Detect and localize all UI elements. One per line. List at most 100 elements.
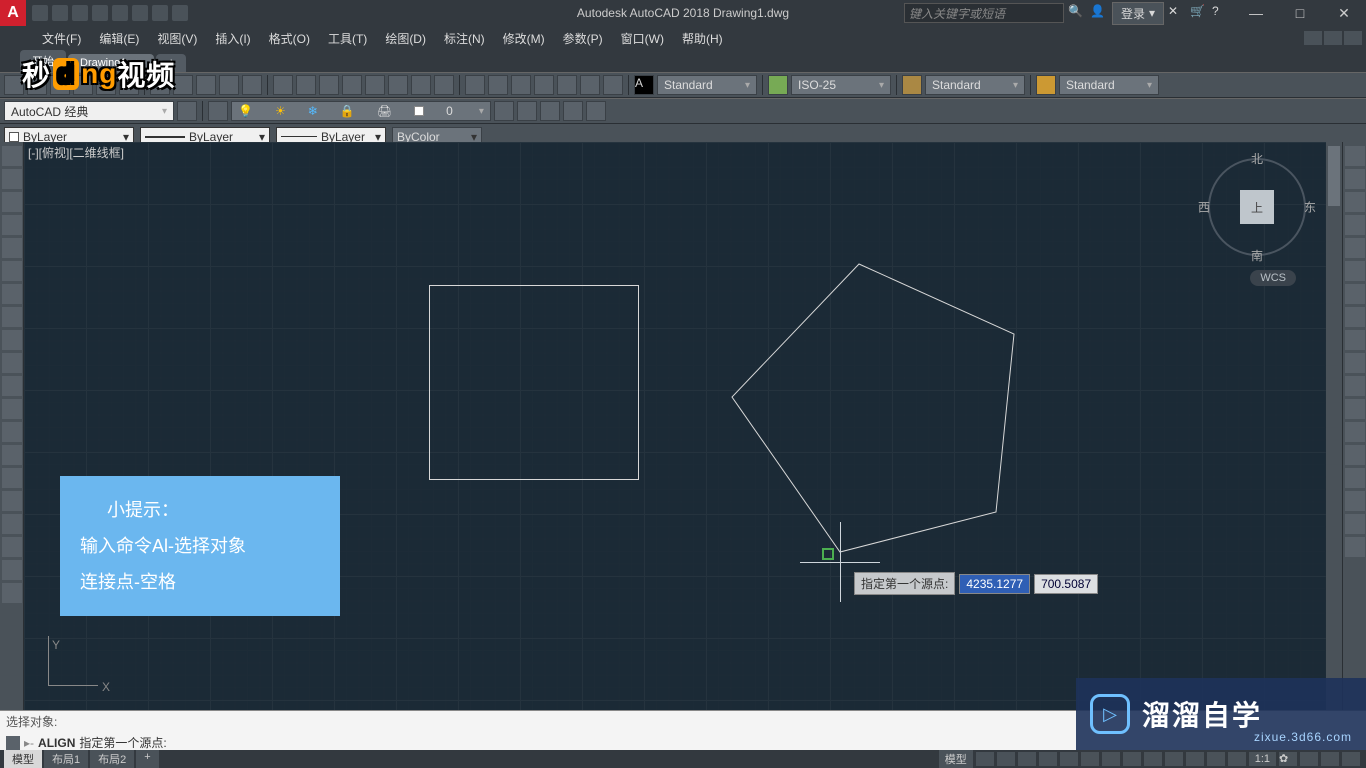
dyn-x-input[interactable]: 4235.1277 <box>959 574 1030 594</box>
autodesk-account-icon[interactable]: 👤 <box>1090 4 1108 22</box>
stretch-icon[interactable] <box>1345 330 1365 350</box>
circle-icon[interactable] <box>2 192 22 212</box>
menu-format[interactable]: 格式(O) <box>261 27 318 50</box>
rectangle-icon[interactable] <box>2 238 22 258</box>
doc-close-icon[interactable] <box>1344 31 1362 45</box>
tb-btn[interactable] <box>296 75 316 95</box>
more-icon[interactable] <box>2 583 22 603</box>
break-icon[interactable] <box>1345 399 1365 419</box>
status-grid-icon[interactable] <box>976 752 994 766</box>
tab-layout2[interactable]: 布局2 <box>90 750 134 768</box>
array-icon[interactable] <box>1345 238 1365 258</box>
layer-tool-icon[interactable] <box>540 101 560 121</box>
command-icon[interactable] <box>6 736 20 750</box>
close-button[interactable]: ✕ <box>1322 0 1366 26</box>
status-am-icon[interactable] <box>1228 752 1246 766</box>
rectangle-object[interactable] <box>429 285 639 480</box>
qat-undo-icon[interactable] <box>132 5 148 21</box>
tb-btn[interactable] <box>4 75 24 95</box>
status-scale[interactable]: 1:1 <box>1249 752 1276 766</box>
menu-edit[interactable]: 编辑(E) <box>91 27 147 50</box>
layer-tool-icon[interactable] <box>517 101 537 121</box>
gradient-icon[interactable] <box>2 468 22 488</box>
move-icon[interactable] <box>1345 261 1365 281</box>
menu-draw[interactable]: 绘图(D) <box>377 27 434 50</box>
tb-btn[interactable] <box>534 75 554 95</box>
app-logo[interactable]: A <box>0 0 26 26</box>
spline-icon[interactable] <box>2 307 22 327</box>
viewcube-east[interactable]: 东 <box>1304 199 1316 216</box>
status-ortho-icon[interactable] <box>1018 752 1036 766</box>
qat-saveas-icon[interactable] <box>92 5 108 21</box>
qat-open-icon[interactable] <box>52 5 68 21</box>
menu-window[interactable]: 窗口(W) <box>613 27 672 50</box>
status-osnap-icon[interactable] <box>1060 752 1078 766</box>
table-style-icon[interactable] <box>902 75 922 95</box>
align-icon[interactable] <box>1345 514 1365 534</box>
region-icon[interactable] <box>2 353 22 373</box>
layer-tool-icon[interactable] <box>494 101 514 121</box>
status-3dosnap-icon[interactable] <box>1081 752 1099 766</box>
pentagon-object[interactable] <box>724 262 1024 562</box>
status-customize-icon[interactable]: ✿ <box>1279 752 1297 766</box>
doc-restore-icon[interactable] <box>1324 31 1342 45</box>
status-clean-icon[interactable] <box>1342 752 1360 766</box>
menu-view[interactable]: 视图(V) <box>149 27 205 50</box>
mleader-style-icon[interactable] <box>1036 75 1056 95</box>
dim-style-dropdown[interactable]: ISO-25 <box>791 75 891 95</box>
minimize-button[interactable]: — <box>1234 0 1278 26</box>
text-style-icon[interactable]: A <box>634 75 654 95</box>
tb-btn[interactable] <box>242 75 262 95</box>
signin-button[interactable]: 登录 ▾ <box>1112 2 1164 25</box>
status-model-button[interactable]: 模型 <box>939 750 973 768</box>
tb-btn[interactable] <box>411 75 431 95</box>
layer-btn[interactable] <box>208 101 228 121</box>
block-icon[interactable] <box>2 422 22 442</box>
viewcube-north[interactable]: 北 <box>1251 150 1263 167</box>
table-icon[interactable] <box>2 376 22 396</box>
tab-model[interactable]: 模型 <box>4 750 42 768</box>
exchange-icon[interactable]: ✕ <box>1168 4 1186 22</box>
status-sc-icon[interactable] <box>1207 752 1225 766</box>
status-transparency-icon[interactable] <box>1165 752 1183 766</box>
rotate-icon[interactable] <box>1345 284 1365 304</box>
tb-btn[interactable] <box>342 75 362 95</box>
join-icon[interactable] <box>1345 422 1365 442</box>
layer-tool-icon[interactable] <box>563 101 583 121</box>
viewcube[interactable]: 上 北 南 西 东 <box>1202 152 1312 262</box>
erase-icon[interactable] <box>1345 146 1365 166</box>
status-polar-icon[interactable] <box>1039 752 1057 766</box>
revision-icon[interactable] <box>2 537 22 557</box>
chamfer-icon[interactable] <box>1345 445 1365 465</box>
drawing-canvas[interactable]: [-][俯视][二维线框] 指定第一个源点: 4235.1277 700.508… <box>24 142 1342 726</box>
tb-btn[interactable] <box>173 75 193 95</box>
text-style-dropdown[interactable]: Standard <box>657 75 757 95</box>
menu-help[interactable]: 帮助(H) <box>674 27 731 50</box>
layer-tool-icon[interactable] <box>586 101 606 121</box>
ellipse-icon[interactable] <box>2 261 22 281</box>
search-icon[interactable]: 🔍 <box>1068 4 1086 22</box>
status-isolate-icon[interactable] <box>1300 752 1318 766</box>
offset-icon[interactable] <box>1345 215 1365 235</box>
tb-btn[interactable] <box>219 75 239 95</box>
tb-btn[interactable] <box>196 75 216 95</box>
tb-btn[interactable] <box>557 75 577 95</box>
menu-modify[interactable]: 修改(M) <box>495 27 553 50</box>
tb-btn[interactable] <box>580 75 600 95</box>
menu-file[interactable]: 文件(F) <box>34 27 89 50</box>
tb-btn[interactable] <box>319 75 339 95</box>
tb-btn[interactable] <box>465 75 485 95</box>
ws-settings-icon[interactable] <box>177 101 197 121</box>
status-hardware-icon[interactable] <box>1321 752 1339 766</box>
dyn-y-input[interactable]: 700.5087 <box>1034 574 1098 594</box>
wcs-badge[interactable]: WCS <box>1250 270 1296 286</box>
layer-dropdown[interactable]: 💡☀❄🔒🖨 0 <box>231 101 491 121</box>
viewcube-south[interactable]: 南 <box>1251 247 1263 264</box>
tb-btn[interactable] <box>273 75 293 95</box>
tb-btn[interactable] <box>511 75 531 95</box>
status-qp-icon[interactable] <box>1186 752 1204 766</box>
extend-icon[interactable] <box>1345 376 1365 396</box>
line-icon[interactable] <box>2 146 22 166</box>
copy-icon[interactable] <box>1345 169 1365 189</box>
viewcube-west[interactable]: 西 <box>1198 199 1210 216</box>
